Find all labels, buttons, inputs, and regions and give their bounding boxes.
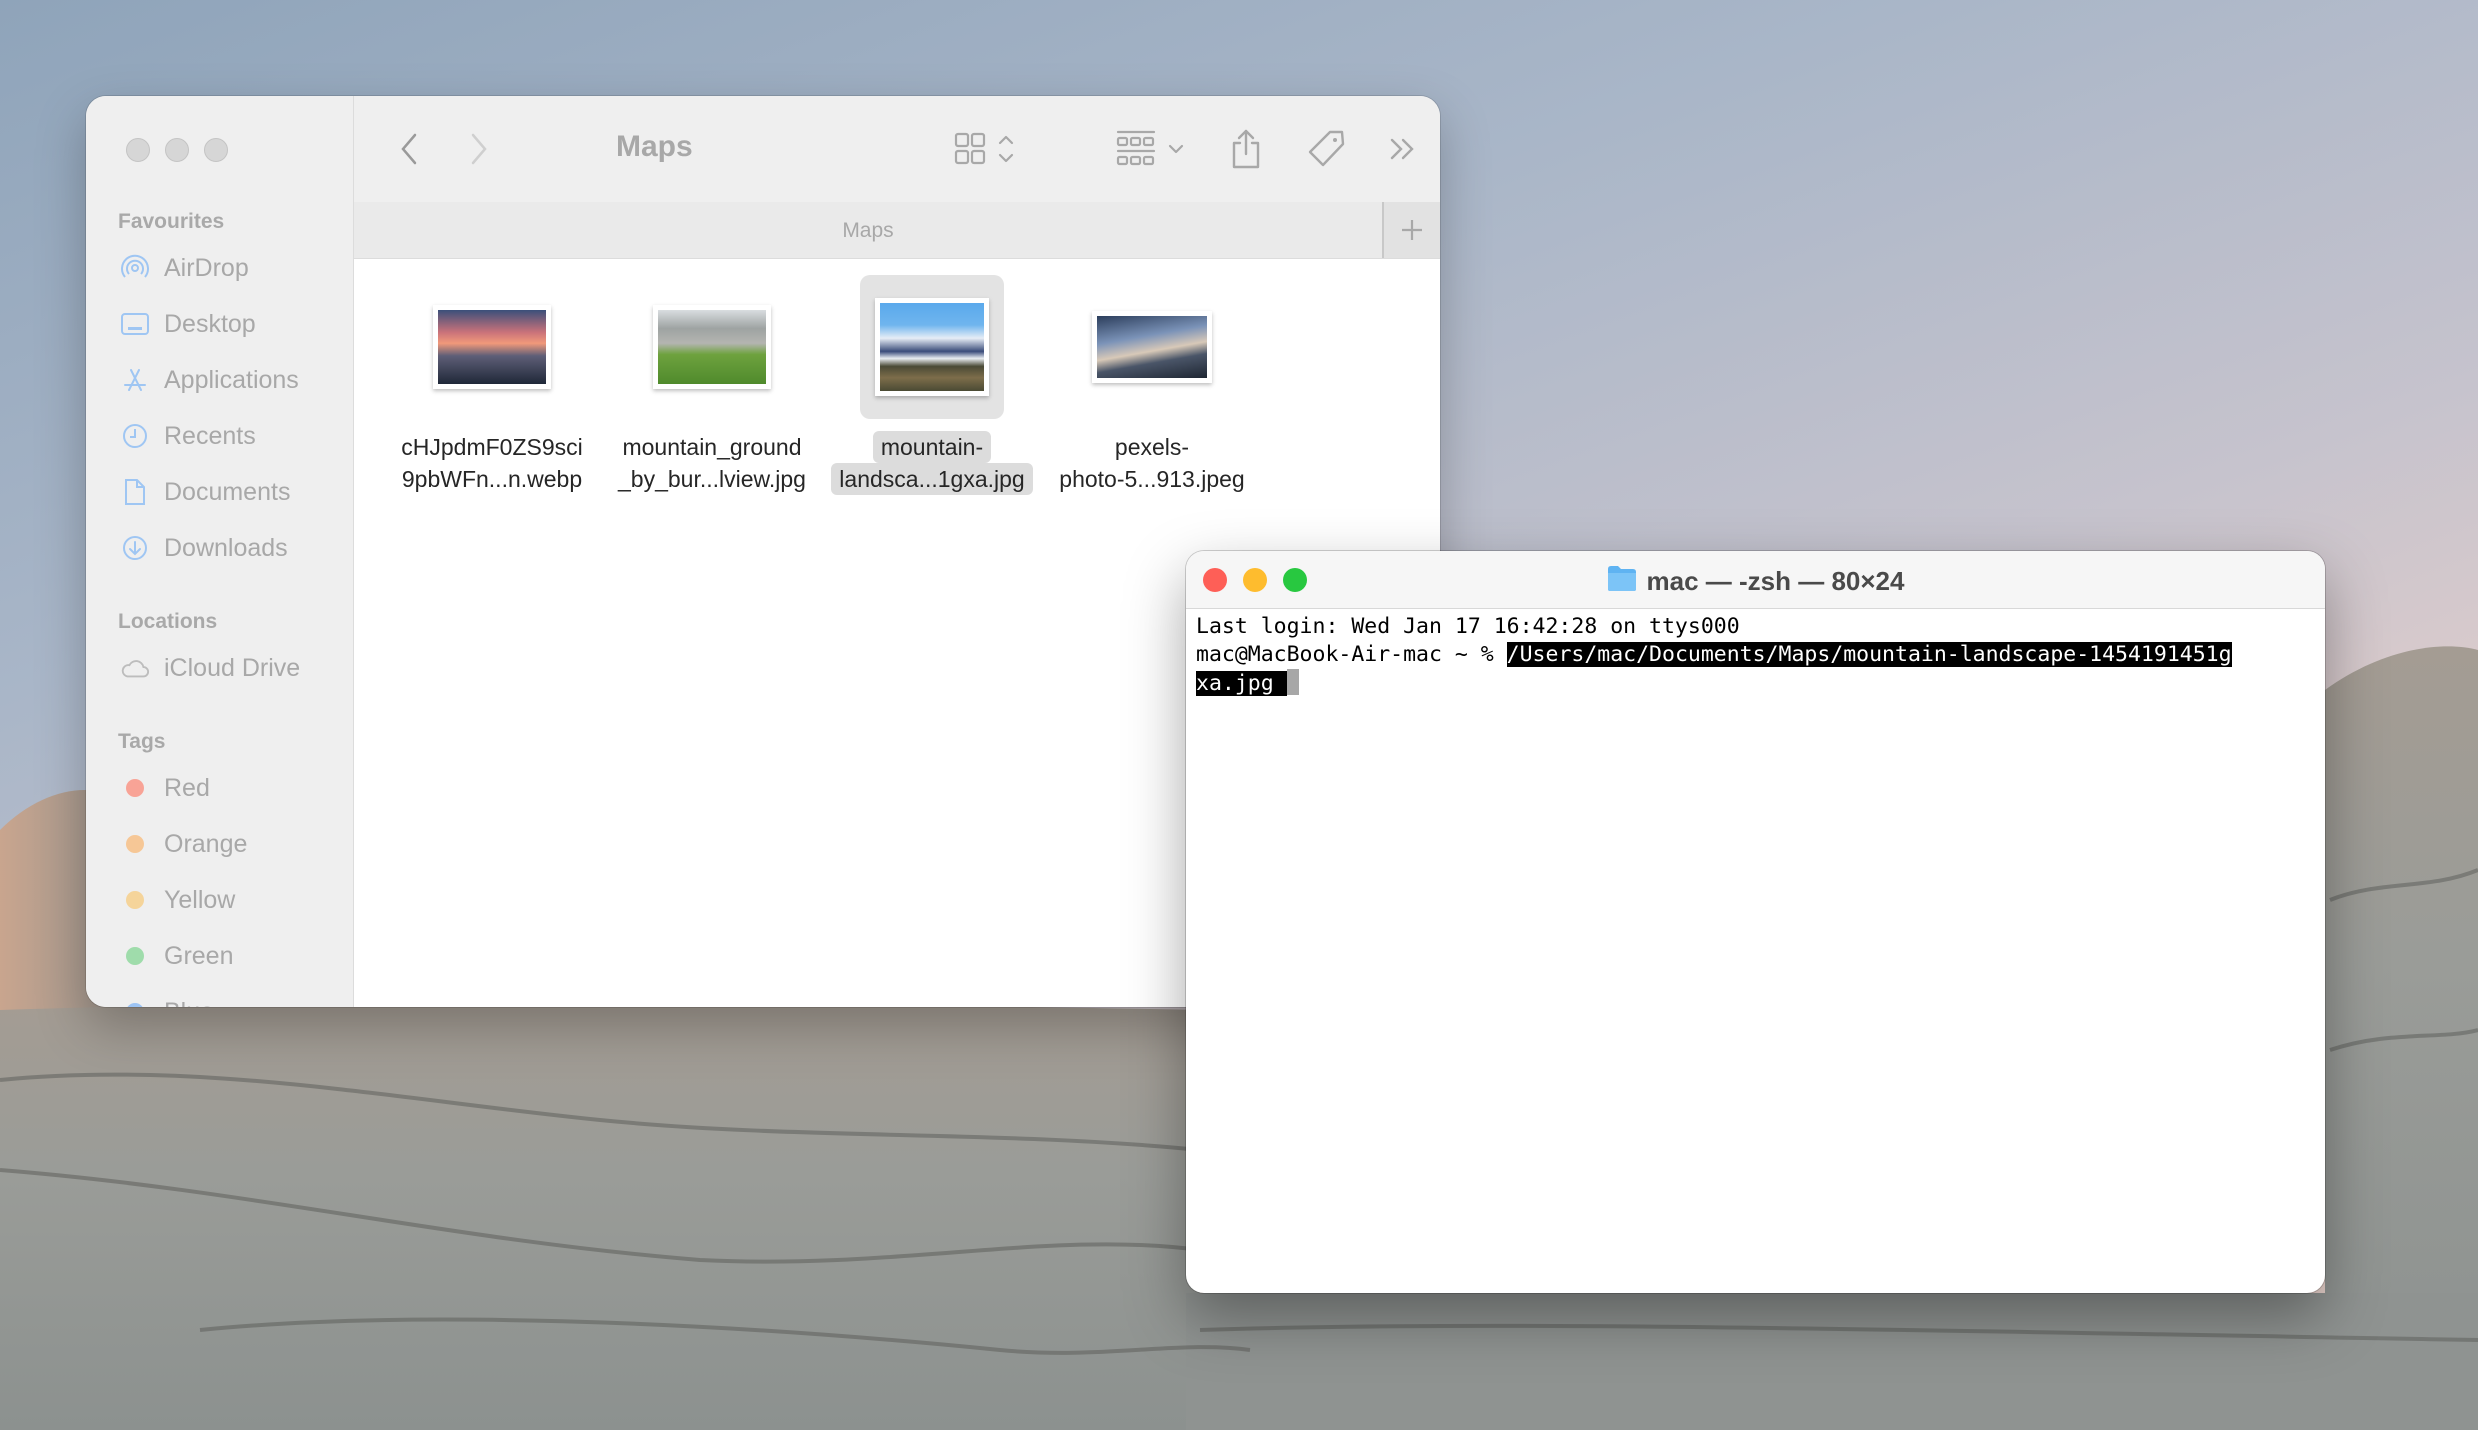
sidebar-item-label: iCloud Drive bbox=[164, 653, 301, 682]
sidebar-item-label: Applications bbox=[164, 365, 299, 394]
sidebar-item-documents[interactable]: Documents bbox=[120, 472, 290, 512]
sidebar-header-locations: Locations bbox=[118, 610, 218, 633]
sidebar-tag-yellow[interactable]: Yellow bbox=[120, 880, 235, 920]
sidebar-tag-orange[interactable]: Orange bbox=[120, 824, 247, 864]
file-item[interactable]: pexels-photo-5...913.jpeg bbox=[1040, 275, 1264, 495]
sidebar-item-label: Documents bbox=[164, 477, 291, 506]
new-tab-button[interactable] bbox=[1382, 202, 1440, 258]
terminal-title: mac — -zsh — 80×24 bbox=[1186, 564, 2325, 599]
sidebar-item-label: Desktop bbox=[164, 309, 256, 338]
sidebar-header-tags: Tags bbox=[118, 730, 166, 753]
plus-icon bbox=[1402, 220, 1422, 240]
file-thumbnail bbox=[1080, 275, 1224, 419]
clock-icon bbox=[120, 421, 150, 451]
shell-prompt: mac@MacBook-Air-mac ~ % bbox=[1196, 642, 1507, 667]
view-mode-button[interactable] bbox=[954, 126, 1024, 172]
forward-button[interactable] bbox=[464, 126, 494, 172]
file-name: cHJpdmF0ZS9sci 9pbWFn...n.webp bbox=[401, 434, 583, 492]
sidebar-item-label: Yellow bbox=[164, 885, 236, 914]
airdrop-icon bbox=[120, 253, 150, 283]
file-item[interactable]: mountain_ground _by_bur...lview.jpg bbox=[600, 275, 824, 495]
minimize-button[interactable] bbox=[165, 138, 189, 162]
orange-tag-dot-icon bbox=[126, 835, 144, 853]
blue-tag-dot-icon bbox=[126, 1003, 144, 1007]
prompt-line: mac@MacBook-Air-mac ~ % /Users/mac/Docum… bbox=[1196, 641, 2317, 669]
sidebar-tag-red[interactable]: Red bbox=[120, 768, 210, 808]
sidebar-item-label: Green bbox=[164, 941, 234, 970]
file-item[interactable]: cHJpdmF0ZS9sci 9pbWFn...n.webp bbox=[380, 275, 604, 495]
terminal-title-bar[interactable]: mac — -zsh — 80×24 bbox=[1186, 551, 2325, 609]
folder-icon bbox=[1607, 564, 1637, 599]
finder-traffic-lights bbox=[126, 138, 228, 162]
window-title: Maps bbox=[616, 130, 693, 163]
more-toolbar-button[interactable] bbox=[1386, 126, 1420, 172]
applications-icon bbox=[120, 365, 150, 395]
document-icon bbox=[120, 477, 150, 507]
desktop-icon bbox=[120, 309, 150, 339]
share-button[interactable] bbox=[1226, 126, 1266, 172]
sidebar-tag-blue[interactable]: Blue bbox=[120, 992, 214, 1007]
sidebar-item-label: Orange bbox=[164, 829, 248, 858]
download-icon bbox=[120, 533, 150, 563]
file-name: mountain-landsca...1gxa.jpg bbox=[820, 431, 1044, 495]
sidebar-header-favourites: Favourites bbox=[118, 210, 225, 233]
finder-sidebar: Favourites AirDrop Desktop Applications … bbox=[86, 96, 354, 1007]
last-login-line: Last login: Wed Jan 17 16:42:28 on ttys0… bbox=[1196, 614, 1740, 639]
zoom-button[interactable] bbox=[204, 138, 228, 162]
file-thumbnail bbox=[420, 275, 564, 419]
sidebar-item-applications[interactable]: Applications bbox=[120, 360, 299, 400]
group-by-button[interactable] bbox=[1116, 126, 1192, 172]
sidebar-item-label: Red bbox=[164, 773, 210, 802]
sidebar-item-recents[interactable]: Recents bbox=[120, 416, 256, 456]
sidebar-item-icloud-drive[interactable]: iCloud Drive bbox=[120, 648, 300, 688]
file-name: mountain_ground _by_bur...lview.jpg bbox=[618, 434, 806, 492]
finder-toolbar: Maps bbox=[354, 96, 1440, 202]
sidebar-item-label: Downloads bbox=[164, 533, 288, 562]
command-text: /Users/mac/Documents/Maps/mountain-lands… bbox=[1506, 642, 2232, 667]
sidebar-tag-green[interactable]: Green bbox=[120, 936, 233, 976]
terminal-window: mac — -zsh — 80×24 Last login: Wed Jan 1… bbox=[1186, 551, 2325, 1293]
tab-maps[interactable]: Maps bbox=[354, 219, 1382, 243]
sidebar-item-downloads[interactable]: Downloads bbox=[120, 528, 288, 568]
image-thumbnail-coastal-sunset bbox=[1097, 316, 1207, 378]
sidebar-item-label: Recents bbox=[164, 421, 256, 450]
cloud-icon bbox=[120, 653, 150, 683]
yellow-tag-dot-icon bbox=[126, 891, 144, 909]
file-name: pexels-photo-5...913.jpeg bbox=[1059, 434, 1245, 492]
back-button[interactable] bbox=[394, 126, 424, 172]
file-thumbnail bbox=[640, 275, 784, 419]
terminal-output[interactable]: Last login: Wed Jan 17 16:42:28 on ttys0… bbox=[1196, 613, 2317, 698]
file-thumbnail bbox=[860, 275, 1004, 419]
tag-button[interactable] bbox=[1304, 126, 1348, 172]
image-thumbnail-snowy-mountain bbox=[880, 303, 984, 391]
sidebar-item-label: Blue bbox=[164, 998, 214, 1008]
image-thumbnail-mountain-meadow bbox=[658, 310, 766, 384]
terminal-cursor bbox=[1286, 669, 1299, 695]
sidebar-item-airdrop[interactable]: AirDrop bbox=[120, 248, 249, 288]
sidebar-item-desktop[interactable]: Desktop bbox=[120, 304, 256, 344]
file-item-selected[interactable]: mountain-landsca...1gxa.jpg bbox=[820, 275, 1044, 495]
image-thumbnail-sunset-peak bbox=[438, 310, 546, 384]
command-continuation-line: xa.jpg bbox=[1196, 669, 2317, 698]
sidebar-item-label: AirDrop bbox=[164, 253, 249, 282]
red-tag-dot-icon bbox=[126, 779, 144, 797]
finder-tab-bar: Maps bbox=[354, 202, 1440, 259]
command-text-wrap: xa.jpg bbox=[1196, 671, 1287, 696]
close-button[interactable] bbox=[126, 138, 150, 162]
green-tag-dot-icon bbox=[126, 947, 144, 965]
